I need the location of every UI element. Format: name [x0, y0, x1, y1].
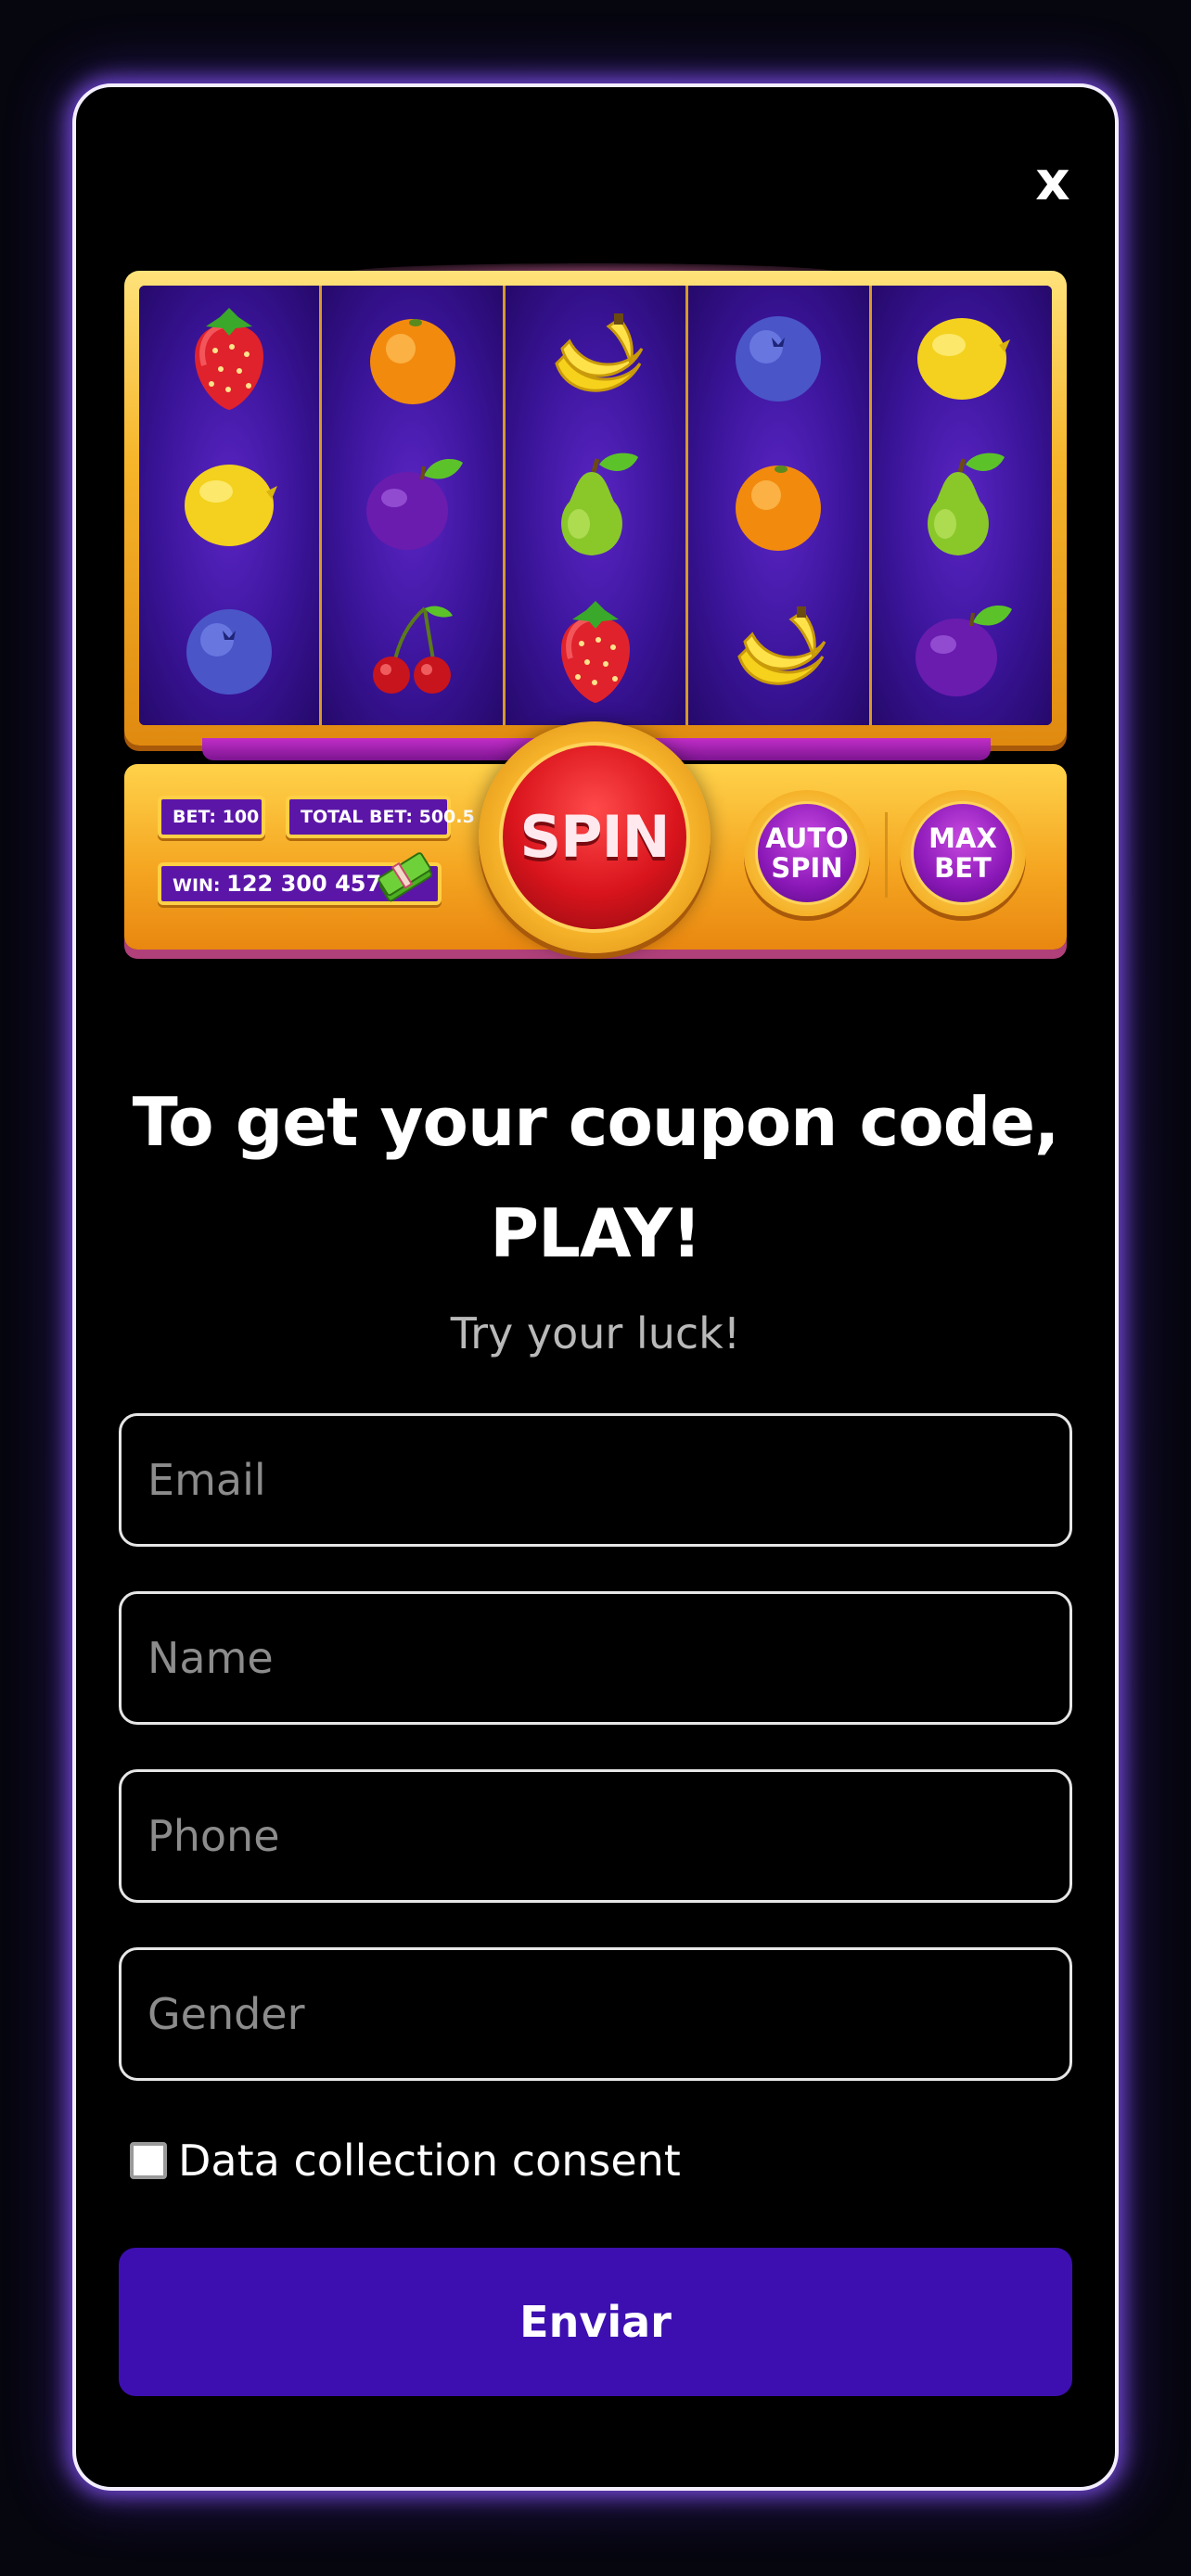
total-bet-display: TOTAL BET: 500.5 [286, 796, 475, 838]
reels [139, 286, 1052, 725]
reel-column [139, 286, 323, 725]
lemon-icon [139, 432, 319, 579]
pear-icon [872, 432, 1052, 579]
banana-icon [688, 579, 868, 725]
pear-icon [506, 432, 685, 579]
panel-divider [885, 812, 888, 898]
auto-spin-line1: AUTO [765, 823, 849, 854]
strawberry-icon [506, 579, 685, 725]
max-bet-ring: MAX BET [900, 790, 1026, 916]
auto-spin-line2: SPIN [771, 852, 843, 884]
subheadline: Try your luck! [450, 1308, 741, 1358]
win-value: 122 300 457 [226, 871, 382, 897]
spin-ring: SPIN [479, 721, 711, 953]
total-bet-label: TOTAL BET: 500.5 [301, 807, 475, 827]
headline-line2: PLAY! [490, 1194, 701, 1272]
reel-column [688, 286, 872, 725]
orange-icon [688, 432, 868, 579]
reel-frame [124, 271, 1067, 746]
headline-line1: To get your coupon code, [132, 1083, 1060, 1161]
bet-display: BET: 100 [158, 796, 265, 838]
email-field[interactable] [119, 1413, 1072, 1547]
reel-column [505, 286, 689, 725]
strawberry-icon [139, 286, 319, 432]
orange-icon [322, 286, 502, 432]
lemon-icon [872, 286, 1052, 432]
reel-column [871, 286, 1052, 725]
phone-field[interactable] [119, 1769, 1072, 1903]
submit-button[interactable]: Enviar [119, 2248, 1072, 2396]
auto-spin-ring: AUTO SPIN [744, 790, 870, 916]
control-panel: BET: 100 TOTAL BET: 500.5 WIN: 122 300 4… [124, 721, 1067, 953]
reel-column [322, 286, 506, 725]
max-bet-button[interactable]: MAX BET [911, 801, 1015, 905]
auto-spin-button[interactable]: AUTO SPIN [755, 801, 859, 905]
max-bet-line2: BET [934, 852, 992, 884]
banana-icon [506, 286, 685, 432]
cherry-icon [322, 579, 502, 725]
close-button[interactable]: x [1020, 148, 1085, 213]
max-bet-line1: MAX [928, 823, 997, 854]
bet-label: BET: 100 [173, 807, 260, 827]
blueberry-icon [139, 579, 319, 725]
win-prefix: WIN: [173, 875, 221, 896]
blueberry-icon [688, 286, 868, 432]
plum-icon [322, 432, 502, 579]
spin-button[interactable]: SPIN [499, 742, 690, 933]
plum-icon [872, 579, 1052, 725]
gender-field[interactable] [119, 1947, 1072, 2081]
slot-machine: BET: 100 TOTAL BET: 500.5 WIN: 122 300 4… [124, 263, 1067, 987]
consent-checkbox[interactable] [130, 2142, 167, 2179]
money-stack-icon [373, 849, 438, 912]
name-field[interactable] [119, 1591, 1072, 1725]
consent-row: Data collection consent [130, 2133, 681, 2188]
consent-label: Data collection consent [178, 2136, 681, 2186]
headline: To get your coupon code, PLAY! [102, 1066, 1089, 1289]
